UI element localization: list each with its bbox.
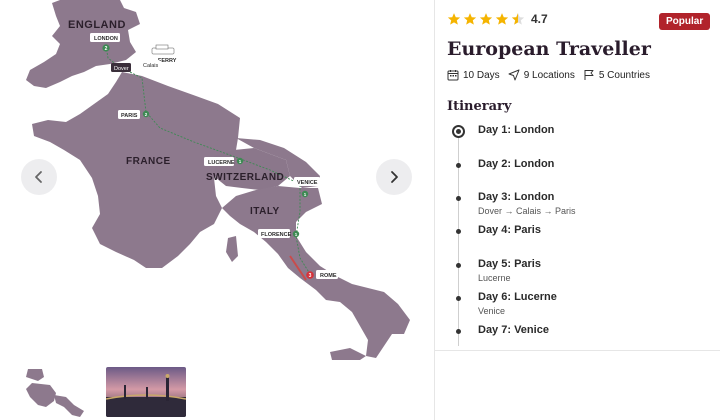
- locations: 9 Locations: [508, 69, 575, 81]
- star-filled-icon: [479, 13, 493, 25]
- timeline-dot-active: [452, 125, 465, 138]
- city-label-dover: Dover: [114, 66, 129, 72]
- duration-text: 10 Days: [463, 69, 500, 81]
- day-route: Dover → Calais → Paris: [478, 206, 576, 216]
- itinerary-heading: Itinerary: [447, 99, 512, 114]
- bridge-photo-thumbnail[interactable]: [106, 367, 186, 417]
- route-map: ENGLAND FRANCE SWITZERLAND ITALY LONDON …: [0, 0, 434, 360]
- day-label: Day 6: Lucerne: [478, 291, 557, 303]
- day-label: Day 7: Venice: [478, 324, 549, 336]
- country-label-france: FRANCE: [126, 156, 171, 167]
- timeline-dot: [456, 163, 461, 168]
- navigation-arrow-icon: [508, 69, 520, 81]
- city-label-calais: Calais: [143, 63, 159, 69]
- panel-divider: [434, 0, 435, 420]
- rating: 4.7: [447, 12, 548, 26]
- country-label-switzerland: SWITZERLAND: [206, 172, 284, 183]
- bridge-photo-image: [106, 367, 186, 417]
- timeline-line: [458, 128, 459, 346]
- city-label-florence: FLORENCE: [261, 232, 292, 238]
- timeline-dot: [456, 229, 461, 234]
- carousel-prev-button[interactable]: [21, 159, 57, 195]
- map-thumbnail-image: [14, 367, 94, 417]
- star-rating: [447, 12, 525, 26]
- day-route: Lucerne: [478, 273, 511, 283]
- duration: 10 Days: [447, 69, 500, 81]
- tour-meta: 10 Days 9 Locations 5 Countries: [447, 69, 658, 81]
- star-half-icon: [511, 13, 525, 25]
- timeline-dot: [456, 263, 461, 268]
- city-label-paris: PARIS: [121, 113, 138, 119]
- stop-count-rome: 3: [309, 273, 312, 279]
- carousel-next-button[interactable]: [376, 159, 412, 195]
- calendar-icon: [447, 70, 459, 81]
- stop-count-london: 2: [105, 46, 108, 52]
- ferry-label: FERRY: [158, 58, 177, 64]
- day-label: Day 1: London: [478, 124, 555, 136]
- star-filled-icon: [447, 13, 461, 25]
- day-label: Day 2: London: [478, 158, 555, 170]
- city-label-venice: VENICE: [297, 180, 318, 186]
- city-label-rome: ROME: [320, 273, 337, 279]
- countries: 5 Countries: [583, 69, 650, 81]
- countries-text: 5 Countries: [598, 69, 650, 81]
- flag-icon: [584, 70, 594, 80]
- city-label-london: LONDON: [94, 36, 118, 42]
- locations-text: 9 Locations: [523, 69, 575, 81]
- country-label-italy: ITALY: [250, 206, 280, 217]
- country-label-england: ENGLAND: [68, 19, 126, 31]
- rating-value: 4.7: [531, 12, 548, 26]
- star-filled-icon: [495, 13, 509, 25]
- star-filled-icon: [463, 13, 477, 25]
- timeline-dot: [456, 329, 461, 334]
- panel-bottom-divider: [434, 350, 720, 351]
- day-route: Venice: [478, 306, 506, 316]
- timeline-dot: [456, 296, 461, 301]
- europe-map: ENGLAND FRANCE SWITZERLAND ITALY LONDON …: [0, 0, 434, 360]
- city-label-lucerne: LUCERNE: [208, 160, 235, 166]
- popular-badge: Popular: [659, 13, 711, 30]
- tour-title: European Traveller: [447, 38, 651, 60]
- day-label: Day 5: Paris: [478, 258, 541, 270]
- timeline-dot: [456, 196, 461, 201]
- map-thumbnail[interactable]: [14, 367, 94, 417]
- day-label: Day 3: London: [478, 191, 555, 203]
- day-label: Day 4: Paris: [478, 224, 541, 236]
- chevron-left-icon: [35, 171, 42, 183]
- chevron-right-icon: [391, 171, 398, 183]
